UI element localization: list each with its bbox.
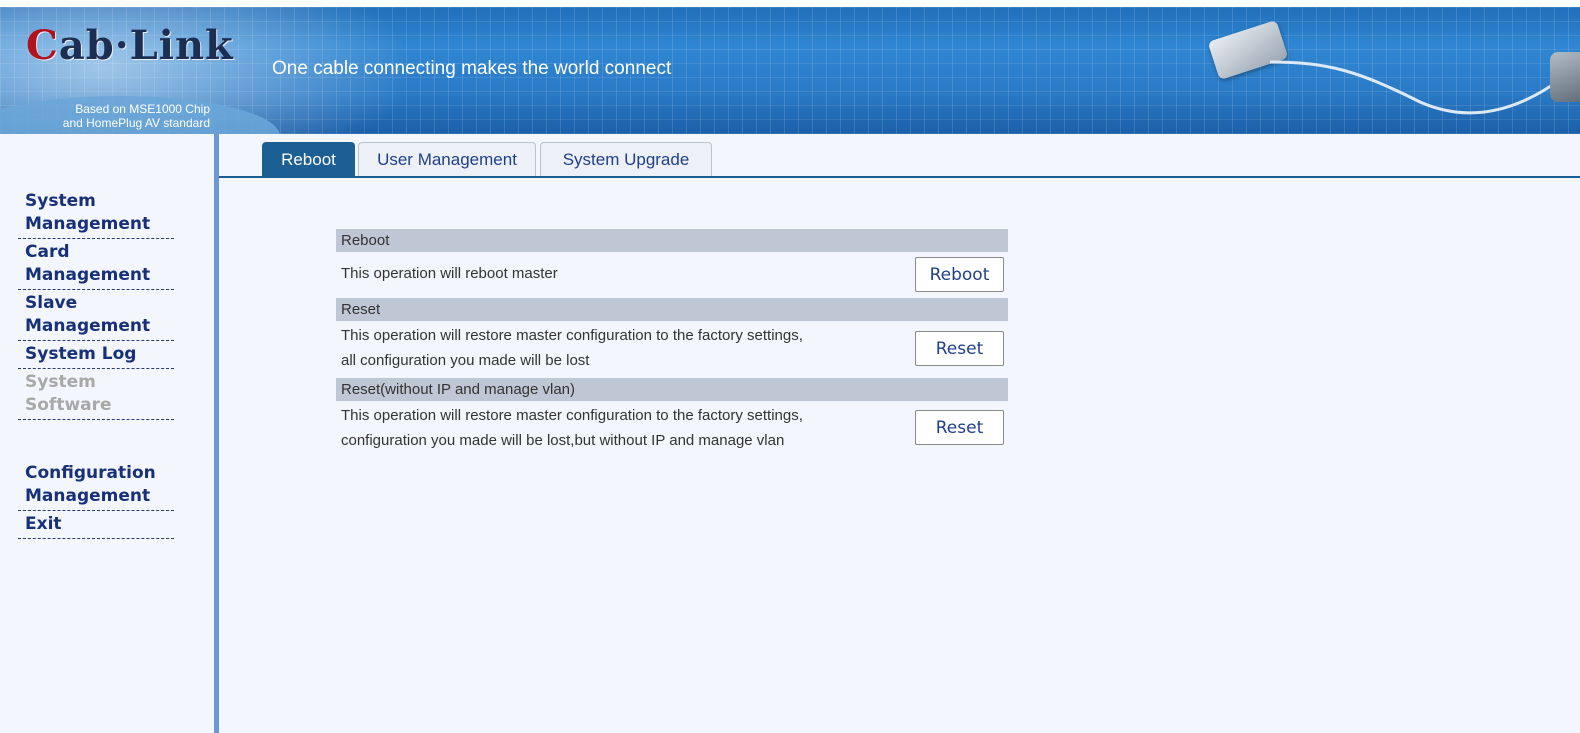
sidebar-item-exit[interactable]: Exit [18,511,174,539]
cablink-logo: Cab·Link [26,22,234,69]
menu-label-line-2: Management [25,214,151,234]
menu-label-line-2: Management [25,316,151,336]
subtitle-line-2: and HomePlug AV standard [62,116,210,130]
description-line-1: This operation will reboot master [341,265,558,282]
section-header-reset: Reset [336,298,1008,321]
menu-label-line-1: Configuration [25,463,156,483]
sidebar: System Management Card Management Slave … [0,134,214,733]
tab-user-management[interactable]: User Management [358,142,536,176]
tab-system-upgrade[interactable]: System Upgrade [540,142,712,176]
tab-reboot[interactable]: Reboot [262,142,355,176]
reset-button[interactable]: Reset [915,331,1004,366]
reset-description: This operation will restore master confi… [341,323,803,373]
description-line-2: configuration you made will be lost,but … [341,432,785,449]
description-line-1: This operation will restore master confi… [341,327,803,344]
menu-label-line-2: Management [25,265,151,285]
tagline: One cable connecting makes the world con… [272,58,672,79]
sidebar-item-system-software: System Software [18,369,174,420]
menu-label-line-1: Card [25,242,70,262]
sidebar-item-system-management[interactable]: System Management [18,188,174,239]
menu-label-line-1: Exit [25,514,62,534]
description-line-2: all configuration you made will be lost [341,352,590,369]
menu-label-line-2: Software [25,395,112,415]
reset-keep-ip-description: This operation will restore master confi… [341,403,803,453]
menu-label-line-1: System Log [25,344,137,364]
cable-image [1270,60,1571,115]
menu-label-line-1: Slave [25,293,78,313]
sidebar-item-slave-management[interactable]: Slave Management [18,290,174,341]
sidebar-item-card-management[interactable]: Card Management [18,239,174,290]
plug-device-image [1550,52,1580,102]
menu-label-line-2: Management [25,486,151,506]
section-header-reset-keep-ip: Reset(without IP and manage vlan) [336,378,1008,401]
sidebar-menu: System Management Card Management Slave … [18,188,174,539]
sidebar-item-system-log[interactable]: System Log [18,341,174,369]
description-line-1: This operation will restore master confi… [341,407,803,424]
section-header-reboot: Reboot [336,229,1008,252]
sidebar-item-configuration-management[interactable]: Configuration Management [18,460,174,511]
reboot-button[interactable]: Reboot [915,257,1004,292]
menu-label-line-1: System [25,191,96,211]
reset-keep-ip-button[interactable]: Reset [915,410,1004,445]
header-banner: Cab·Link Based on MSE1000 Chip and HomeP… [0,0,1580,134]
chip-subtitle: Based on MSE1000 Chip and HomePlug AV st… [0,102,210,130]
menu-label-line-1: System [25,372,96,392]
menu-spacer [18,420,174,460]
reboot-description: This operation will reboot master [341,261,558,286]
subtitle-line-1: Based on MSE1000 Chip [75,102,210,116]
